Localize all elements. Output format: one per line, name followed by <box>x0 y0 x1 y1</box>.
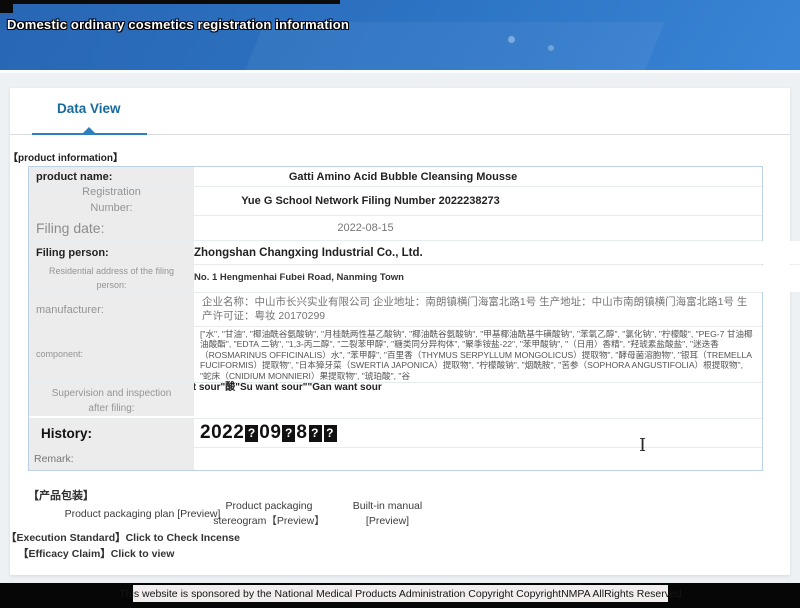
footer-copyright-text: This website is sponsored by the Nationa… <box>119 588 681 600</box>
table-row-residential-address: Residential address of the filing person… <box>29 265 762 293</box>
efficacy-claim-link[interactable]: 【Efficacy Claim】Click to view <box>18 546 174 561</box>
table-row-component: component: ["水", "甘油", "椰油酰谷氨酸钠", "月桂酰两性… <box>29 327 762 383</box>
product-name-value: Gatti Amino Acid Bubble Cleansing Mousse <box>194 167 762 186</box>
header-decoration-dot <box>548 45 554 51</box>
header-decoration-dot <box>508 36 515 43</box>
component-label: component: <box>29 327 194 382</box>
component-ingredients: ["水", "甘油", "椰油酰谷氨酸钠", "月桂酰两性基乙酸钠", "椰油酰… <box>200 329 753 381</box>
missing-glyph-box: ? <box>309 425 322 442</box>
top-black-square <box>0 0 13 13</box>
history-label: History: <box>29 419 194 447</box>
product-info-table: product name: Gatti Amino Acid Bubble Cl… <box>28 166 763 471</box>
table-row-manufacturer: manufacturer: 企业名称：中山市长兴实业有限公司 企业地址：南朗镇横… <box>29 293 762 327</box>
packaging-section-heading: 【产品包装】 <box>28 487 94 503</box>
manufacturer-value: 企业名称：中山市长兴实业有限公司 企业地址：南朗镇横门海富北路1号 生产地址：中… <box>194 293 762 326</box>
page-header <box>0 0 800 73</box>
history-value: 2022?09?8?? <box>194 419 762 447</box>
tab-data-view[interactable]: Data View <box>57 101 121 116</box>
tab-bar: Data View <box>10 88 790 135</box>
remark-value <box>194 448 762 470</box>
tab-caret-icon <box>83 127 95 133</box>
execution-standard-link[interactable]: 【Execution Standard】Click to Check Incen… <box>6 530 240 545</box>
footer-strip: This website is sponsored by the Nationa… <box>133 585 668 602</box>
table-row-product-name: product name: Gatti Amino Acid Bubble Cl… <box>29 167 762 187</box>
footer-band: This website is sponsored by the Nationa… <box>0 583 800 608</box>
content-card: Data View 【product information】 product … <box>10 88 790 575</box>
supervision-label: Supervision and inspection after filing: <box>29 383 194 416</box>
component-value: ["水", "甘油", "椰油酰谷氨酸钠", "月桂酰两性基乙酸钠", "椰油酰… <box>194 327 762 382</box>
history-year: 2022 <box>200 422 244 444</box>
history-month: 09 <box>259 422 281 444</box>
filing-person-value: Zhongshan Changxing Industrial Co., Ltd. <box>194 241 800 264</box>
table-row-history: History: 2022?09?8?? <box>29 419 762 448</box>
table-row-filing-date: Filing date: 2022-08-15 <box>29 216 762 241</box>
packaging-plan-preview-link[interactable]: Product packaging plan [Preview] <box>60 508 225 520</box>
builtin-manual-preview-link[interactable]: Built-in manual [Preview] <box>340 499 435 529</box>
table-row-filing-person: Filing person: Zhongshan Changxing Indus… <box>29 241 762 265</box>
history-day: 8 <box>296 422 307 444</box>
registration-number-label: Registration Number: <box>29 187 194 215</box>
product-name-label: product name: <box>29 167 194 186</box>
remark-label: Remark: <box>29 448 194 470</box>
residential-address-label: Residential address of the filing person… <box>29 265 194 292</box>
ibeam-cursor-icon: I <box>639 435 646 456</box>
manufacturer-label: manufacturer: <box>29 293 194 326</box>
residential-address-value: No. 1 Hengmenhai Fubei Road, Nanming Tow… <box>194 265 800 292</box>
missing-glyph-box: ? <box>324 425 337 442</box>
missing-glyph-box: ? <box>282 425 295 442</box>
filing-date-label: Filing date: <box>29 216 194 240</box>
top-black-strip <box>0 0 340 4</box>
table-row-remark: Remark: <box>29 448 762 470</box>
tab-active-underline <box>32 133 147 135</box>
page-title: Domestic ordinary cosmetics registration… <box>7 17 349 32</box>
packaging-stereogram-preview-link[interactable]: Product packaging stereogram【Preview】 <box>213 499 325 529</box>
section-product-information: 【product information】 <box>8 149 123 164</box>
table-row-registration-number: Registration Number: Yue G School Networ… <box>29 187 762 216</box>
component-translated-tail: Want sour"酸"Su want sour""Gan want sour <box>172 382 756 394</box>
registration-number-value: Yue G School Network Filing Number 20222… <box>194 187 762 215</box>
missing-glyph-box: ? <box>245 425 258 442</box>
filing-person-label: Filing person: <box>29 241 194 264</box>
filing-date-value: 2022-08-15 <box>194 216 762 240</box>
